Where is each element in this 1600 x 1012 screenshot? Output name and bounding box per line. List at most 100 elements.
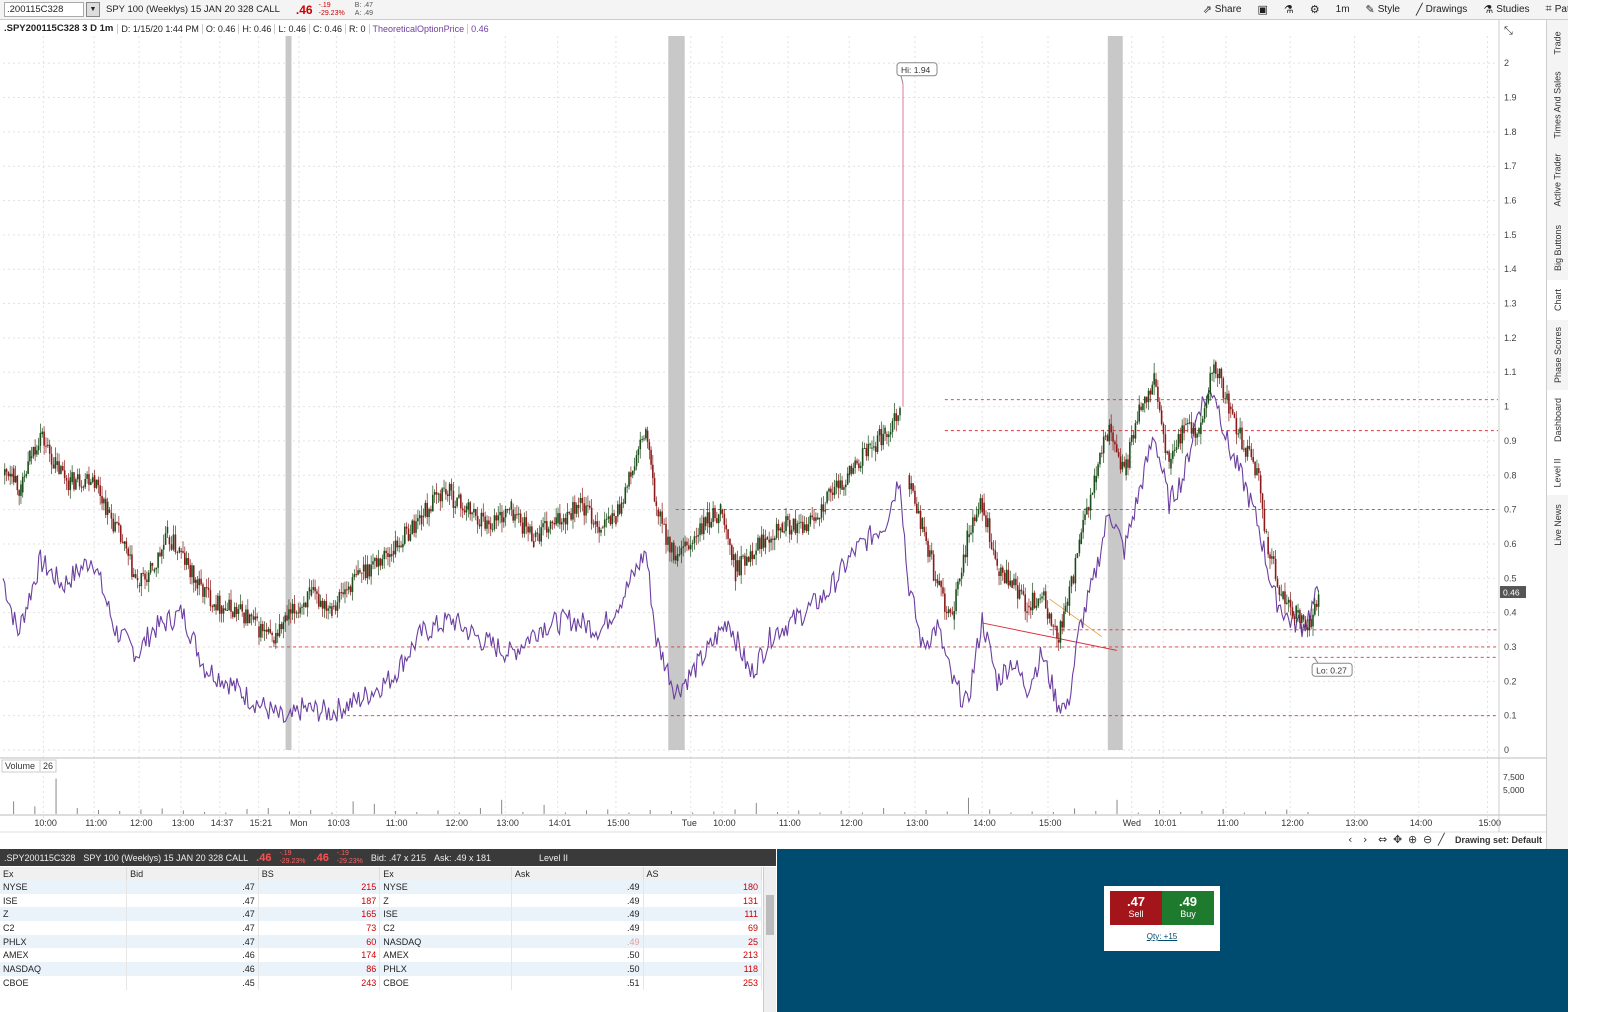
candle-body <box>701 523 703 535</box>
style-icon: ✎ <box>1365 4 1375 16</box>
flask-button[interactable]: ⚗ <box>1276 0 1302 20</box>
studies-button[interactable]: ⚗ Studies <box>1475 0 1537 20</box>
candle-body <box>882 433 884 446</box>
candle-body <box>146 579 148 583</box>
zoom-out-icon[interactable]: ⊖ <box>1423 833 1432 846</box>
candle-body <box>734 554 737 582</box>
level2-row[interactable]: Z .47 165 ISE .49 111 <box>0 907 763 922</box>
candle-body <box>1166 451 1169 454</box>
level2-row[interactable]: C2.47 73 C2.49 69 <box>0 921 763 935</box>
candle-body <box>1256 468 1258 476</box>
level2-symbol[interactable]: .SPY200115C328 <box>0 853 79 863</box>
candle-body <box>495 515 498 521</box>
level2-scrollbar[interactable] <box>763 867 776 1012</box>
candle-body <box>97 479 100 486</box>
session-gap-band <box>285 36 292 750</box>
candle-body <box>867 443 870 457</box>
level2-row[interactable]: NASDAQ .46 86 PHLX .50 118 <box>0 962 763 976</box>
col-bid-size[interactable]: BS <box>258 867 381 880</box>
candle-body <box>1037 598 1040 606</box>
candle-body <box>1144 396 1146 404</box>
quantity-link[interactable]: Qty: +15 <box>1104 932 1220 941</box>
scroll-left-icon[interactable]: ‹ <box>1348 833 1352 846</box>
expand-icon[interactable]: ⇔ <box>1378 833 1387 846</box>
study-name[interactable]: TheoreticalOptionPrice <box>368 23 468 34</box>
level2-bid-exchange: Z <box>0 907 128 922</box>
symbol-input[interactable]: .200115C328 ▼ <box>4 2 100 17</box>
col-ask[interactable]: Ask <box>511 867 644 880</box>
candle-body <box>1170 458 1172 469</box>
patterns-icon: ⌗ <box>1545 3 1552 15</box>
candle-body <box>254 616 257 620</box>
col-bid-exchange[interactable]: Ex <box>0 867 128 880</box>
snapshot-button[interactable]: ▣ <box>1249 0 1275 20</box>
timeframe-button[interactable]: 1m <box>1328 0 1358 20</box>
x-tick-label: Wed <box>1123 818 1141 828</box>
tab-level-ii[interactable]: Level II <box>1547 450 1569 495</box>
tab-dashboard[interactable]: Dashboard <box>1547 390 1569 450</box>
price-chart[interactable]: 2 1.9 1.8 1.7 1.6 1.5 1.4 1.3 1.2 1.1 1 0.9 0.8 0.7 0.… <box>0 20 1546 849</box>
candle-body <box>1158 401 1161 411</box>
candle-body <box>566 511 569 525</box>
study-value: 0.46 <box>467 23 492 34</box>
candle-body <box>1149 390 1152 395</box>
candle-body <box>1258 468 1260 474</box>
candle-body <box>955 589 957 611</box>
share-button[interactable]: ⇗ Share <box>1195 0 1250 20</box>
symbol-dropdown-icon[interactable]: ▼ <box>86 2 100 17</box>
tab-chart[interactable]: Chart <box>1547 280 1569 320</box>
level2-ask-exchange: Z <box>379 893 512 908</box>
candle-body <box>394 540 397 555</box>
candle-body <box>23 476 26 478</box>
session-gap-band <box>1107 36 1123 750</box>
time-axis-strip <box>0 832 1546 849</box>
chart-corner-icon[interactable]: ⤡ <box>1504 24 1513 37</box>
pan-icon[interactable]: ✥ <box>1393 833 1402 846</box>
settings-button[interactable]: ⚙ <box>1302 0 1328 20</box>
style-button[interactable]: ✎ Style <box>1358 0 1408 20</box>
zoom-in-icon[interactable]: ⊕ <box>1408 833 1417 846</box>
col-ask-exchange[interactable]: Ex <box>379 867 512 880</box>
tab-live-news[interactable]: Live News <box>1547 495 1569 555</box>
candle-body <box>631 470 634 476</box>
candle-body <box>1070 576 1073 587</box>
x-tick-label: 10:03 <box>327 818 350 828</box>
candle-body <box>547 528 550 533</box>
tab-times-and-sales[interactable]: Times And Sales <box>1547 65 1569 145</box>
candle-body <box>239 604 242 610</box>
level2-row[interactable]: CBOE .45 243 CBOE .51 253 <box>0 975 763 990</box>
level2-row[interactable]: PHLX .47 60 NASDAQ .49 25 <box>0 934 763 949</box>
level2-last: .46 <box>256 851 272 864</box>
buy-button[interactable]: .49 Buy <box>1162 891 1214 925</box>
sell-button[interactable]: .47 Sell <box>1110 891 1162 925</box>
y-tick-label: 1.5 <box>1504 230 1517 240</box>
candle-body <box>966 530 969 558</box>
col-ask-size[interactable]: AS <box>643 867 763 880</box>
candle-body <box>1250 448 1253 458</box>
candle-body <box>1145 396 1148 403</box>
tab-phase-scores[interactable]: Phase Scores <box>1547 320 1569 390</box>
candle-body <box>1039 598 1041 600</box>
x-tick-label: 12:00 <box>130 818 153 828</box>
studies-flask-icon: ⚗ <box>1483 4 1494 16</box>
candle-body <box>731 545 733 560</box>
tab-active-trader[interactable]: Active Trader <box>1547 145 1569 215</box>
candle-body <box>1068 586 1071 606</box>
candle-body <box>182 551 184 553</box>
candle-body <box>716 518 718 524</box>
level2-row[interactable]: NYSE .47 215 NYSE .49 180 <box>0 880 763 894</box>
level2-row[interactable]: ISE .47 187 Z .49 131 <box>0 893 763 908</box>
tab-trade[interactable]: Trade <box>1547 20 1569 65</box>
level2-bid-size: 60 <box>258 934 381 949</box>
level2-row[interactable]: AMEX .46 174 AMEX .50 213 <box>0 948 763 963</box>
chart-high: H: 0.46 <box>238 23 274 34</box>
scroll-right-icon[interactable]: › <box>1363 833 1367 846</box>
col-bid[interactable]: Bid <box>126 867 259 880</box>
drawings-button[interactable]: ╱ Drawings <box>1408 0 1475 20</box>
candle-body <box>639 439 642 450</box>
level2-scroll-thumb[interactable] <box>766 895 774 935</box>
candle-body <box>488 520 490 525</box>
candle-body <box>1018 589 1021 599</box>
timeframe-label: 1m <box>1335 4 1350 15</box>
tab-big-buttons[interactable]: Big Buttons <box>1547 215 1569 280</box>
